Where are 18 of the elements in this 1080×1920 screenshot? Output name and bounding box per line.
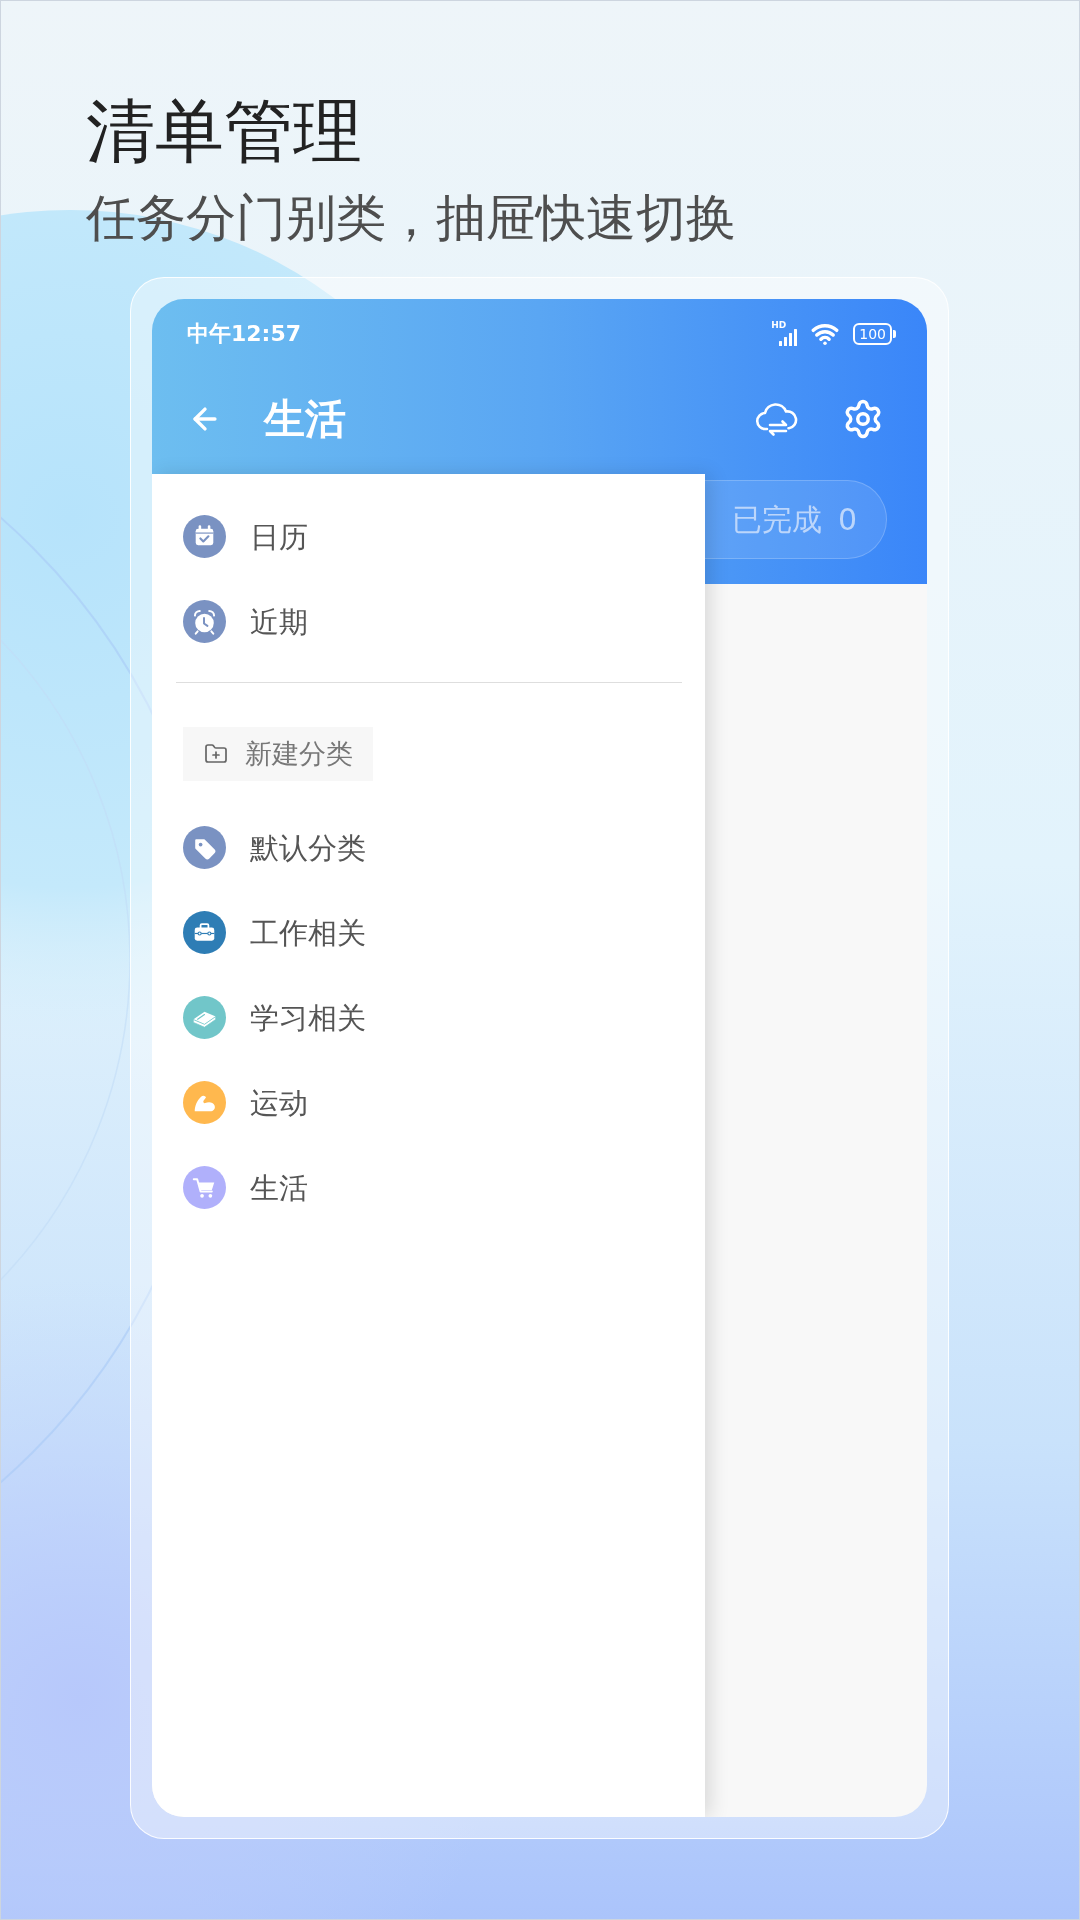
category-item[interactable]: 运动	[183, 1081, 308, 1124]
screen-title: 生活	[264, 394, 346, 444]
page-title: 清单管理	[86, 90, 362, 173]
alarm-clock-icon	[183, 600, 226, 643]
battery-indicator: 100	[853, 323, 896, 345]
network-type-label: HD	[771, 320, 787, 330]
category-item[interactable]: 学习相关	[183, 996, 366, 1039]
category-item[interactable]: 工作相关	[183, 911, 366, 954]
drawer-item[interactable]: 日历	[183, 515, 308, 558]
new-category-button[interactable]: 新建分类	[183, 727, 373, 781]
calendar-icon	[183, 515, 226, 558]
folder-plus-icon	[204, 742, 228, 766]
page-subtitle: 任务分门别类，抽屉快速切换	[86, 188, 736, 248]
category-item[interactable]: 默认分类	[183, 826, 366, 869]
drawer-item[interactable]: 近期	[183, 600, 308, 643]
status-time: 中午12:57	[187, 320, 302, 348]
category-item[interactable]: 生活	[183, 1166, 308, 1209]
signal-icon	[779, 329, 798, 346]
